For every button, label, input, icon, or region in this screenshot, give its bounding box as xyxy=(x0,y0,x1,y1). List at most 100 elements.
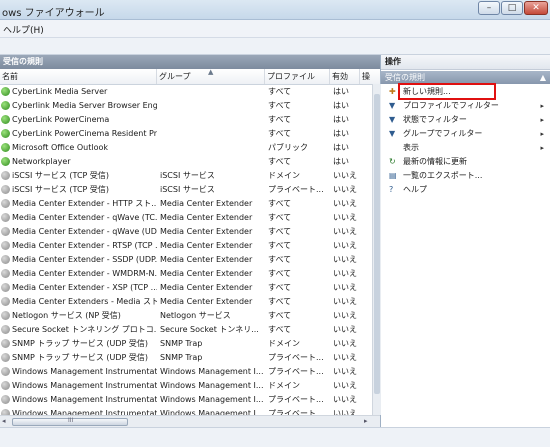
rule-name: SNMP トラップ サービス (UDP 受信) xyxy=(12,353,149,362)
table-row[interactable]: Windows Management Instrumentat... Window… xyxy=(0,407,372,415)
rule-enabled-icon xyxy=(1,87,10,96)
vertical-scrollbar[interactable] xyxy=(372,84,381,415)
rule-group: Windows Management I... xyxy=(160,395,264,404)
sort-ascending-icon: ▲ xyxy=(208,68,214,76)
rule-group: SNMP Trap xyxy=(160,339,203,348)
rule-name: Media Center Extender - qWave (TC... xyxy=(12,213,157,222)
rule-name: Media Center Extender - SSDP (UDP... xyxy=(12,255,157,264)
rule-disabled-icon xyxy=(1,367,10,376)
table-row[interactable]: Cyberlink Media Server Browser Eng... すべて… xyxy=(0,99,372,113)
rule-profile: すべて xyxy=(268,255,292,264)
table-row[interactable]: Media Center Extender - HTTP スト... Media … xyxy=(0,197,372,211)
rule-group: Netlogon サービス xyxy=(160,311,231,320)
rule-enabled: いいえ xyxy=(333,339,357,348)
rule-name: Netlogon サービス (NP 受信) xyxy=(12,311,121,320)
table-row[interactable]: SNMP トラップ サービス (UDP 受信) SNMP Trap ドメイン いいえ xyxy=(0,337,372,351)
action-label: ヘルプ xyxy=(403,185,427,194)
rule-disabled-icon xyxy=(1,353,10,362)
table-row[interactable]: iSCSI サービス (TCP 受信) iSCSI サービス プライベート... いい… xyxy=(0,183,372,197)
rule-enabled: はい xyxy=(333,129,349,138)
rule-name: Cyberlink Media Server Browser Eng... xyxy=(12,101,157,110)
rule-profile: すべて xyxy=(268,297,292,306)
action-refresh[interactable]: ↻ 最新の情報に更新 xyxy=(381,155,550,169)
table-row[interactable]: Media Center Extender - WMDRM-N... Media … xyxy=(0,267,372,281)
rule-profile: すべて xyxy=(268,269,292,278)
column-action[interactable]: 操 xyxy=(360,69,380,84)
filter-icon: ▼ xyxy=(389,129,396,138)
new-rule-highlight xyxy=(398,83,496,100)
action-view[interactable]: 表示 ▸ xyxy=(381,141,550,155)
table-row[interactable]: CyberLink PowerCinema すべて はい xyxy=(0,113,372,127)
filter-icon: ▼ xyxy=(389,115,396,124)
action-filter-by-profile[interactable]: ▼ プロファイルでフィルター ▸ xyxy=(381,99,550,113)
scroll-right-icon[interactable]: ▸ xyxy=(364,417,368,425)
rule-disabled-icon xyxy=(1,227,10,236)
rule-enabled: いいえ xyxy=(333,171,357,180)
rule-name: Media Center Extenders - Media スト... xyxy=(12,297,157,306)
rule-enabled: いいえ xyxy=(333,325,357,334)
action-label: 表示 xyxy=(403,143,419,152)
column-enabled[interactable]: 有効 xyxy=(330,69,360,84)
rule-group: Media Center Extender xyxy=(160,269,253,278)
table-row[interactable]: Netlogon サービス (NP 受信) Netlogon サービス すべて いいえ xyxy=(0,309,372,323)
rule-profile: プライベート... xyxy=(268,395,324,404)
table-row[interactable]: CyberLink PowerCinema Resident Pr... すべて は… xyxy=(0,127,372,141)
action-filter-by-group[interactable]: ▼ グループでフィルター ▸ xyxy=(381,127,550,141)
table-row[interactable]: Windows Management Instrumentat... Window… xyxy=(0,393,372,407)
rule-disabled-icon xyxy=(1,339,10,348)
table-row[interactable]: Media Center Extender - qWave (TC... Medi… xyxy=(0,211,372,225)
status-bar xyxy=(0,427,550,447)
table-row[interactable]: Microsoft Office Outlook パブリック はい xyxy=(0,141,372,155)
table-row[interactable]: CyberLink Media Server すべて はい xyxy=(0,85,372,99)
column-profile[interactable]: プロファイル xyxy=(265,69,330,84)
table-row[interactable]: Media Center Extender - XSP (TCP ... Medi… xyxy=(0,281,372,295)
table-row[interactable]: Media Center Extender - RTSP (TCP ... Med… xyxy=(0,239,372,253)
help-icon: ? xyxy=(389,185,394,194)
action-help[interactable]: ? ヘルプ xyxy=(381,183,550,197)
rule-enabled: いいえ xyxy=(333,255,357,264)
action-filter-by-state[interactable]: ▼ 状態でフィルター ▸ xyxy=(381,113,550,127)
rule-enabled: いいえ xyxy=(333,367,357,376)
column-name[interactable]: 名前 xyxy=(0,69,157,84)
table-row[interactable]: iSCSI サービス (TCP 受信) iSCSI サービス ドメイン いいえ xyxy=(0,169,372,183)
table-row[interactable]: Media Center Extender - qWave (UD... Medi… xyxy=(0,225,372,239)
action-export-list[interactable]: ▤ 一覧のエクスポート... xyxy=(381,169,550,183)
rule-enabled: はい xyxy=(333,157,349,166)
rule-disabled-icon xyxy=(1,171,10,180)
table-row[interactable]: Media Center Extender - SSDP (UDP... Medi… xyxy=(0,253,372,267)
table-row[interactable]: Windows Management Instrumentat... Window… xyxy=(0,379,372,393)
rule-profile: ドメイン xyxy=(268,339,300,348)
collapse-icon[interactable]: ▲ xyxy=(536,71,546,84)
rule-group: Media Center Extender xyxy=(160,241,253,250)
submenu-arrow-icon: ▸ xyxy=(540,130,544,138)
menu-help[interactable]: ヘルプ(H) xyxy=(3,23,44,36)
rule-enabled: いいえ xyxy=(333,213,357,222)
scroll-left-icon[interactable]: ◂ xyxy=(2,417,6,425)
minimize-button[interactable]: – xyxy=(478,1,500,15)
close-button[interactable]: ✕ xyxy=(524,1,548,15)
table-row[interactable]: Media Center Extenders - Media スト... Medi… xyxy=(0,295,372,309)
rule-enabled: はい xyxy=(333,143,349,152)
table-row[interactable]: Networkplayer すべて はい xyxy=(0,155,372,169)
vertical-scroll-thumb[interactable] xyxy=(374,94,380,394)
rule-disabled-icon xyxy=(1,283,10,292)
rule-disabled-icon xyxy=(1,255,10,264)
table-row[interactable]: Secure Socket トンネリング プロトコ... Secure Socke… xyxy=(0,323,372,337)
actions-pane-header: 操作 xyxy=(381,55,550,70)
table-row[interactable]: Windows Management Instrumentat... Window… xyxy=(0,365,372,379)
rule-disabled-icon xyxy=(1,297,10,306)
export-icon: ▤ xyxy=(389,171,397,180)
filter-icon: ▼ xyxy=(389,101,396,110)
rules-pane-title: 受信の規則 xyxy=(3,57,43,66)
rule-profile: すべて xyxy=(268,311,292,320)
rule-group: SNMP Trap xyxy=(160,353,203,362)
maximize-button[interactable]: □ xyxy=(501,1,523,15)
rule-name: SNMP トラップ サービス (UDP 受信) xyxy=(12,339,149,348)
rule-enabled: いいえ xyxy=(333,409,357,415)
table-row[interactable]: SNMP トラップ サービス (UDP 受信) SNMP Trap プライベート..… xyxy=(0,351,372,365)
actions-pane: 操作 受信の規則 ▲ ✚ 新しい規則... ▼ プロファイルでフィルター ▸ ▼ 状態でフィ… xyxy=(381,55,550,427)
rule-profile: プライベート... xyxy=(268,353,324,362)
rule-profile: すべて xyxy=(268,101,292,110)
horizontal-scroll-thumb[interactable]: III xyxy=(12,417,128,426)
rule-profile: すべて xyxy=(268,227,292,236)
